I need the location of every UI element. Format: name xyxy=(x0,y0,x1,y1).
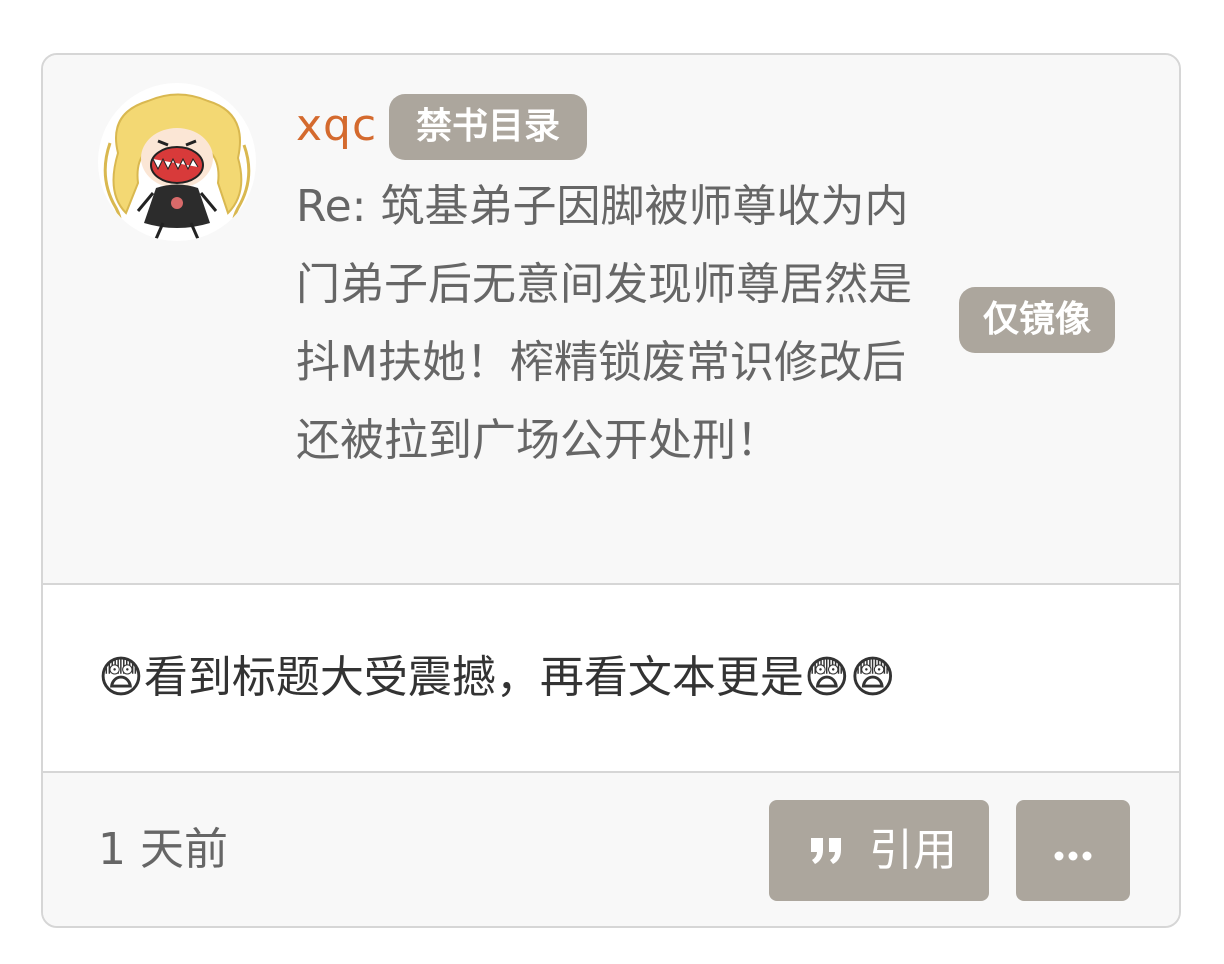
quote-label: 引用 xyxy=(869,825,957,876)
mirror-only-badge: 仅镜像 xyxy=(959,287,1116,353)
post-card: xqc 禁书目录 Re: 筑基弟子因脚被师尊收为内门弟子后无意间发现师尊居然是抖… xyxy=(41,53,1181,928)
username[interactable]: xqc xyxy=(296,95,377,157)
quote-button[interactable]: 引用 xyxy=(769,800,989,901)
post-header: xqc 禁书目录 Re: 筑基弟子因脚被师尊收为内门弟子后无意间发现师尊居然是抖… xyxy=(43,55,1179,585)
more-button[interactable] xyxy=(1016,800,1130,901)
more-dots-icon xyxy=(1054,846,1092,865)
post-timestamp: 1 天前 xyxy=(98,824,228,875)
post-title[interactable]: Re: 筑基弟子因脚被师尊收为内门弟子后无意间发现师尊居然是抖M扶她！榨精锁废常… xyxy=(296,168,936,480)
comment-text: 😨看到标题大受震撼，再看文本更是😨😨 xyxy=(98,652,896,703)
post-body: 😨看到标题大受震撼，再看文本更是😨😨 xyxy=(43,585,1179,773)
section-tag[interactable]: 禁书目录 xyxy=(389,94,588,160)
avatar[interactable] xyxy=(98,83,256,241)
quote-icon xyxy=(809,836,845,870)
post-footer: 1 天前 引用 xyxy=(43,773,1179,926)
